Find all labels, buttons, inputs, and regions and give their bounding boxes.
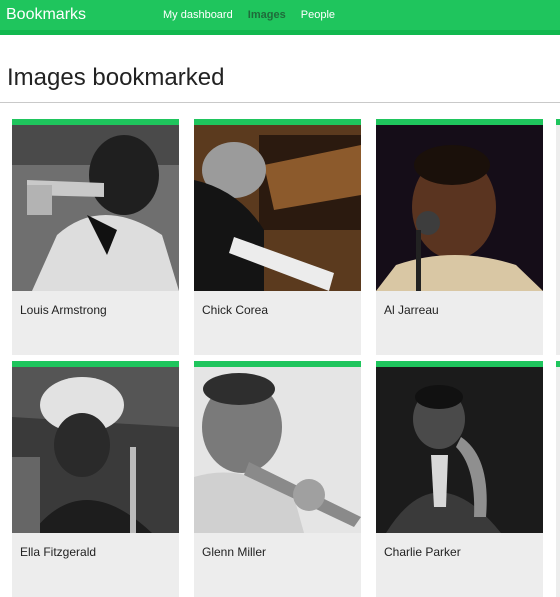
bookmark-name[interactable]: Chick Corea — [202, 303, 268, 317]
bookmark-card-ella-fitzgerald[interactable]: Ella Fitzgerald — [12, 361, 179, 597]
bookmark-name[interactable]: Ella Fitzgerald — [20, 545, 96, 559]
portrait-image — [376, 125, 543, 291]
bookmark-card-partial[interactable] — [556, 361, 560, 597]
bookmark-name[interactable]: Glenn Miller — [202, 545, 266, 559]
bookmark-image[interactable] — [194, 125, 361, 291]
bookmark-card-chick-corea[interactable]: Chick Corea — [194, 119, 361, 355]
card-accent-stripe — [556, 119, 560, 125]
bookmark-image[interactable] — [12, 125, 179, 291]
bookmark-image[interactable] — [376, 367, 543, 533]
bookmark-card-glenn-miller[interactable]: Glenn Miller — [194, 361, 361, 597]
portrait-image — [194, 367, 361, 533]
bookmark-card-al-jarreau[interactable]: Al Jarreau — [376, 119, 543, 355]
card-accent-stripe — [556, 361, 560, 367]
portrait-image — [194, 125, 361, 291]
portrait-image — [376, 367, 543, 533]
portrait-image — [12, 125, 179, 291]
bookmark-card-charlie-parker[interactable]: Charlie Parker — [376, 361, 543, 597]
bookmark-image[interactable] — [12, 367, 179, 533]
bookmark-name[interactable]: Charlie Parker — [384, 545, 461, 559]
bookmark-image[interactable] — [376, 125, 543, 291]
bookmarks-grid: Louis Armstrong Chick Corea Al Jarreau E… — [0, 0, 560, 597]
bookmark-card-partial[interactable] — [556, 119, 560, 355]
portrait-image — [12, 367, 179, 533]
bookmark-name[interactable]: Al Jarreau — [384, 303, 439, 317]
bookmark-name[interactable]: Louis Armstrong — [20, 303, 107, 317]
bookmark-image[interactable] — [194, 367, 361, 533]
bookmark-card-louis-armstrong[interactable]: Louis Armstrong — [12, 119, 179, 355]
